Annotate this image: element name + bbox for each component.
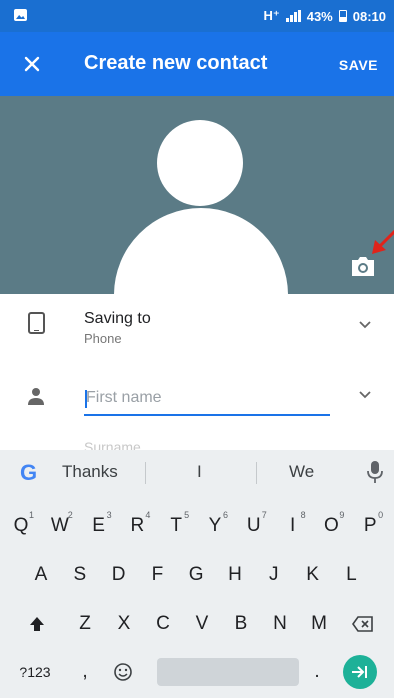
key-hint: 1: [28, 510, 34, 520]
surname-field-peek[interactable]: Surname: [84, 440, 141, 450]
key-hint: 3: [106, 510, 112, 520]
key-hint: 8: [300, 510, 306, 520]
key-h[interactable]: H: [218, 555, 252, 595]
first-name-input[interactable]: [84, 382, 330, 416]
shift-icon: [30, 617, 44, 631]
save-button[interactable]: SAVE: [339, 57, 378, 73]
key-n[interactable]: N: [263, 604, 297, 644]
network-type: H⁺: [263, 8, 280, 23]
app-bar: Create new contact SAVE: [0, 32, 394, 96]
suggestion-3[interactable]: We: [289, 462, 314, 482]
key-hint: 5: [184, 510, 190, 520]
chevron-down-icon[interactable]: [358, 388, 372, 402]
key-v[interactable]: V: [185, 604, 219, 644]
avatar-body: [114, 208, 288, 294]
key-a[interactable]: A: [24, 555, 58, 595]
key-hint: 0: [378, 510, 384, 520]
key-t[interactable]: 5T: [159, 506, 193, 546]
arrow-right-tab-icon: [352, 666, 367, 678]
key-r[interactable]: 4R: [120, 506, 154, 546]
key-j[interactable]: J: [257, 555, 291, 595]
avatar-head: [157, 120, 243, 206]
key-hint: 6: [222, 510, 228, 520]
key-m[interactable]: M: [302, 604, 336, 644]
key-l[interactable]: L: [334, 555, 368, 595]
close-icon: [24, 56, 40, 72]
comma-key[interactable]: ,: [68, 652, 102, 692]
battery-icon: [338, 10, 347, 22]
key-hint: 2: [67, 510, 73, 520]
key-e[interactable]: 3E: [82, 506, 116, 546]
key-o[interactable]: 9O: [314, 506, 348, 546]
first-name-row: [0, 374, 394, 424]
key-label: E: [92, 515, 105, 536]
saving-to-label: Saving to: [84, 310, 151, 327]
soft-keyboard: G Thanks I We 1Q2W3E4R5T6Y7U8I9O0P ASDFG…: [0, 450, 394, 698]
saving-to-value: Phone: [84, 331, 122, 346]
red-arrow-annotation: [372, 229, 394, 254]
chevron-down-icon[interactable]: [358, 318, 372, 332]
key-hint: 7: [261, 510, 267, 520]
next-key[interactable]: [343, 655, 377, 689]
key-d[interactable]: D: [102, 555, 136, 595]
key-label: W: [50, 515, 69, 536]
suggestion-1[interactable]: Thanks: [62, 462, 118, 482]
backspace-icon: [352, 616, 373, 632]
key-s[interactable]: S: [63, 555, 97, 595]
text-cursor: [85, 390, 87, 408]
key-b[interactable]: B: [224, 604, 258, 644]
key-label: I: [289, 515, 296, 536]
close-button[interactable]: [18, 50, 46, 78]
key-label: Q: [13, 515, 29, 536]
phone-icon: [28, 312, 45, 334]
key-g[interactable]: G: [179, 555, 213, 595]
key-label: P: [363, 515, 377, 536]
key-x[interactable]: X: [107, 604, 141, 644]
signal-icon: [285, 10, 301, 22]
suggestion-divider: [256, 462, 257, 484]
clock: 08:10: [352, 8, 386, 24]
key-hint: 9: [339, 510, 345, 520]
emoji-key[interactable]: [106, 652, 140, 692]
saving-to-row[interactable]: Saving to Phone: [0, 298, 394, 358]
person-icon: [28, 388, 44, 405]
key-label: Y: [208, 515, 222, 536]
key-w[interactable]: 2W: [43, 506, 77, 546]
symbols-key[interactable]: ?123: [14, 652, 56, 692]
shift-key[interactable]: [20, 604, 54, 644]
key-i[interactable]: 8I: [276, 506, 310, 546]
key-z[interactable]: Z: [68, 604, 102, 644]
suggestion-divider: [145, 462, 146, 484]
key-p[interactable]: 0P: [353, 506, 387, 546]
status-indicators: H⁺ 43% 08:10: [263, 8, 386, 24]
suggestion-2[interactable]: I: [197, 462, 202, 482]
period-key[interactable]: .: [300, 652, 334, 692]
mic-icon[interactable]: [367, 460, 383, 484]
key-u[interactable]: 7U: [237, 506, 271, 546]
emoji-icon: [114, 663, 132, 681]
key-label: R: [130, 515, 145, 536]
key-f[interactable]: F: [140, 555, 174, 595]
key-k[interactable]: K: [296, 555, 330, 595]
status-bar: H⁺ 43% 08:10: [0, 0, 394, 32]
key-label: T: [170, 515, 182, 536]
key-hint: 4: [145, 510, 151, 520]
space-key[interactable]: [157, 658, 299, 686]
key-label: O: [324, 515, 339, 536]
key-y[interactable]: 6Y: [198, 506, 232, 546]
gallery-notification-icon: [14, 9, 27, 21]
key-label: U: [246, 515, 261, 536]
page-title: Create new contact: [84, 52, 268, 74]
contact-photo-area[interactable]: [0, 96, 394, 294]
google-g-icon[interactable]: G: [20, 460, 37, 486]
battery-percent: 43%: [306, 8, 333, 24]
backspace-key[interactable]: [346, 604, 380, 644]
key-q[interactable]: 1Q: [4, 506, 38, 546]
key-c[interactable]: C: [146, 604, 180, 644]
